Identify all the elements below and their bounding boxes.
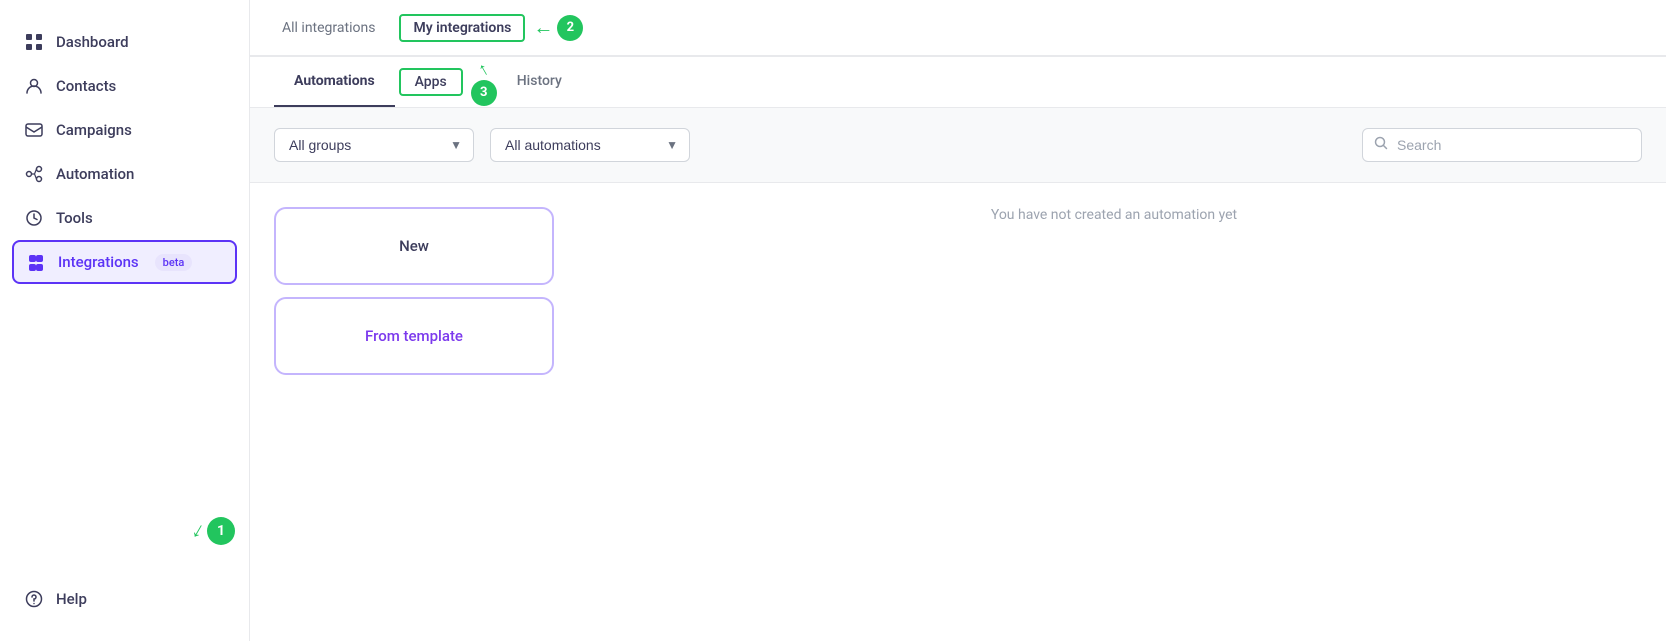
search-input[interactable] — [1362, 128, 1642, 162]
tab-automations[interactable]: Automations — [274, 57, 395, 107]
arrow-up-left-icon: ↑ — [475, 58, 493, 81]
sidebar-item-label: Integrations — [58, 253, 139, 271]
groups-filter-wrapper: All groups ▼ — [274, 128, 474, 162]
sidebar-item-help[interactable]: Help — [0, 577, 249, 621]
sidebar-item-dashboard[interactable]: Dashboard — [0, 20, 249, 64]
sidebar-item-label: Contacts — [56, 77, 116, 95]
automations-filter-wrapper: All automations ▼ — [490, 128, 690, 162]
my-integrations-link[interactable]: My integrations — [399, 14, 525, 42]
tools-icon — [24, 208, 44, 228]
all-integrations-link[interactable]: All integrations — [282, 16, 375, 40]
from-template-card[interactable]: From template — [274, 297, 554, 375]
annotation-circle-2: 2 — [557, 15, 583, 41]
sidebar-item-automation[interactable]: Automation — [0, 152, 249, 196]
sidebar-item-label: Dashboard — [56, 33, 129, 51]
sidebar-item-contacts[interactable]: Contacts — [0, 64, 249, 108]
sidebar-item-campaigns[interactable]: Campaigns — [0, 108, 249, 152]
help-icon — [24, 589, 44, 609]
filter-row: All groups ▼ All automations ▼ — [250, 108, 1666, 183]
integrations-icon — [26, 252, 46, 272]
cards-area: New From template You have not created a… — [250, 183, 1666, 641]
sidebar-item-label: Tools — [56, 209, 93, 227]
search-icon — [1374, 136, 1388, 154]
search-wrapper — [1362, 128, 1642, 162]
sidebar-item-tools[interactable]: Tools — [0, 196, 249, 240]
sidebar: Dashboard Contacts Campaigns — [0, 0, 250, 641]
dashboard-icon — [24, 32, 44, 52]
annotation-2-wrapper: ← 2 — [533, 15, 583, 41]
automations-select[interactable]: All automations — [490, 128, 690, 162]
annotation-3-wrapper: ↑ 3 — [471, 59, 497, 106]
sidebar-item-integrations[interactable]: Integrations beta — [12, 240, 237, 284]
tab-apps[interactable]: Apps — [399, 68, 463, 96]
sidebar-item-label: Campaigns — [56, 121, 132, 139]
arrow-left-icon: ← — [533, 15, 553, 40]
cards-column: New From template — [274, 207, 554, 375]
sidebar-item-label: Automation — [56, 165, 134, 183]
campaigns-icon — [24, 120, 44, 140]
beta-badge: beta — [155, 254, 193, 271]
tab-history[interactable]: History — [497, 57, 582, 107]
empty-state: You have not created an automation yet — [586, 207, 1642, 223]
contacts-icon — [24, 76, 44, 96]
automation-icon — [24, 164, 44, 184]
topbar: All integrations My integrations ← 2 — [250, 0, 1666, 56]
groups-select[interactable]: All groups — [274, 128, 474, 162]
new-card[interactable]: New — [274, 207, 554, 285]
sidebar-item-label: Help — [56, 590, 87, 608]
annotation-circle-3: 3 — [471, 80, 497, 106]
main-content: All integrations My integrations ← 2 Aut… — [250, 0, 1666, 641]
tabs-bar: Automations Apps ↑ 3 History — [250, 57, 1666, 108]
content-panel: Automations Apps ↑ 3 History All groups — [250, 56, 1666, 641]
